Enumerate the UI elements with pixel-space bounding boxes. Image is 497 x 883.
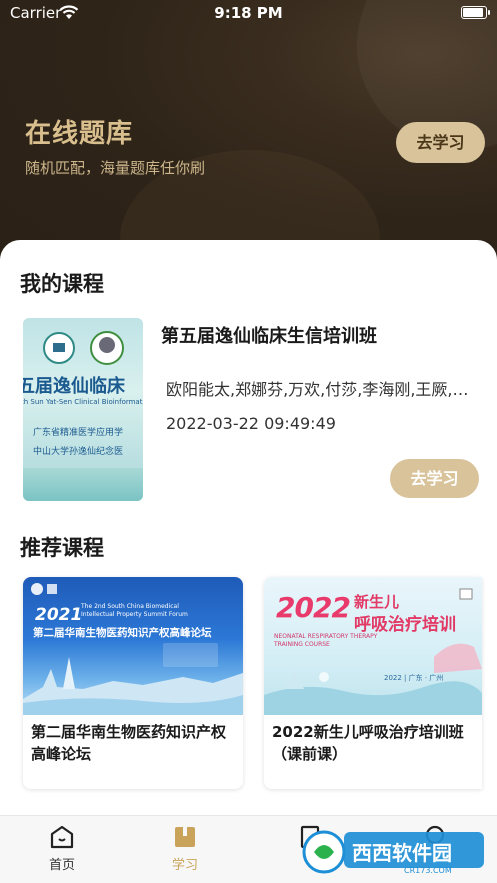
course-name: 第五届逸仙临床生信培训班 xyxy=(161,326,377,347)
thumb-line2: 中山大学孙逸仙纪念医 xyxy=(33,447,124,457)
tab-study-label: 学习 xyxy=(171,858,198,873)
my-courses-title: 我的课程 xyxy=(20,272,104,296)
hero-subtitle: 随机匹配，海量题库任你刷 xyxy=(25,159,206,177)
course-thumbnail: 五届逸仙临床 th Sun Yat-Sen Clinical Bioinform… xyxy=(23,318,143,501)
recommended-title: 推荐课程 xyxy=(20,536,104,560)
thumb-line1: 广东省精准医学应用学 xyxy=(33,428,124,438)
course-teachers: 欧阳能太,郑娜芬,万欢,付莎,李海刚,王厥,… xyxy=(166,380,469,399)
watermark: 西西软件园 CR173.COM xyxy=(300,822,490,878)
recommended-card-2[interactable]: 2022 新生儿 呼吸治疗培训 NEONATAL RESPIRATORY THE… xyxy=(264,577,482,789)
thumb-subline: th Sun Yat-Sen Clinical Bioinformatic xyxy=(23,398,143,406)
battery-level xyxy=(463,8,483,17)
recommended-card-1[interactable]: 2021 The 2nd South China Biomedical Inte… xyxy=(23,577,243,789)
recommended-poster-2: 2022 新生儿 呼吸治疗培训 NEONATAL RESPIRATORY THE… xyxy=(264,577,482,715)
recommended-title-1: 第二届华南生物医药知识产权高峰论坛 xyxy=(31,723,227,763)
watermark-url: CR173.COM xyxy=(404,866,452,875)
status-bar: Carrier 9:18 PM xyxy=(0,0,497,26)
tab-study[interactable]: 学习 xyxy=(155,824,215,873)
my-course-card[interactable]: 五届逸仙临床 th Sun Yat-Sen Clinical Bioinform… xyxy=(23,318,483,503)
course-date: 2022-03-22 09:49:49 xyxy=(166,414,336,433)
battery-icon xyxy=(461,6,490,19)
thumb-wave xyxy=(23,468,143,501)
recommended-poster-1: 2021 The 2nd South China Biomedical Inte… xyxy=(23,577,243,715)
book-icon xyxy=(175,827,195,847)
tab-home[interactable]: 首页 xyxy=(32,824,92,873)
tab-home-label: 首页 xyxy=(48,858,75,873)
home-icon xyxy=(50,825,74,849)
content-sheet: 我的课程 五届逸仙临床 th Sun Yat-Sen Clinical Bioi… xyxy=(0,240,497,815)
poster-2-art xyxy=(264,588,482,715)
course-study-button[interactable]: 去学习 xyxy=(390,459,479,498)
hero-banner: Carrier 9:18 PM 在线题库 随机匹配，海量题库任你刷 去学习 xyxy=(0,0,497,270)
thumb-headline: 五届逸仙临床 xyxy=(23,376,125,397)
recommended-title-2: 2022新生儿呼吸治疗培训班（课前课） xyxy=(272,723,464,763)
watermark-text: 西西软件园 xyxy=(352,841,452,865)
hero-title: 在线题库 xyxy=(25,119,134,149)
hero-study-button[interactable]: 去学习 xyxy=(396,122,485,163)
poster-1-skyline xyxy=(23,583,243,715)
clock: 9:18 PM xyxy=(214,4,283,22)
